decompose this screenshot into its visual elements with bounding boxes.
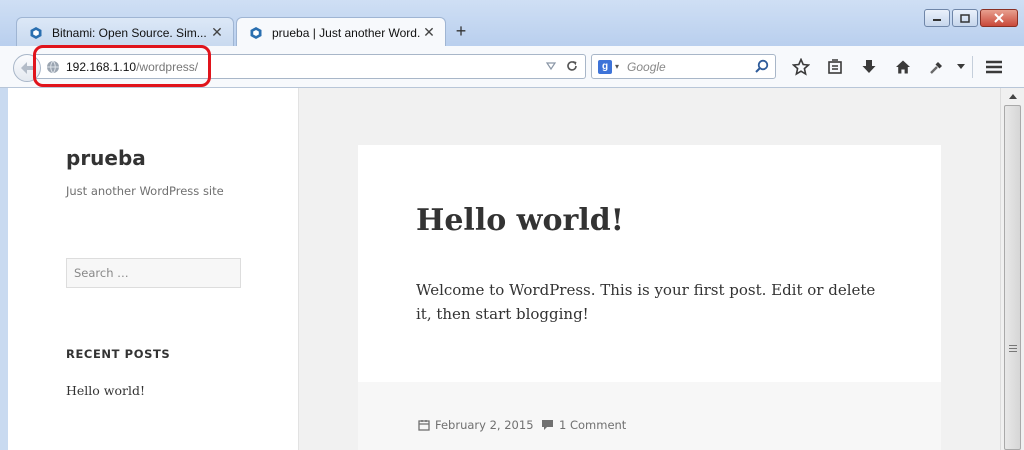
comment-icon — [542, 420, 553, 430]
reload-icon[interactable] — [565, 59, 579, 73]
bookmarks-menu-button[interactable] — [818, 55, 852, 79]
web-page: prueba Just another WordPress site RECEN… — [8, 88, 1000, 450]
tab-title: prueba | Just another Word... — [272, 25, 421, 40]
engine-dropdown-icon[interactable]: ▾ — [615, 62, 619, 71]
bitnami-icon — [30, 26, 42, 39]
post-date-text: February 2, 2015 — [435, 418, 534, 432]
bookmarks-list-icon — [828, 59, 842, 74]
search-bar[interactable]: g ▾ — [591, 54, 776, 79]
tab-title: Bitnami: Open Source. Sim... — [52, 25, 207, 40]
toolbar-icons — [784, 55, 1011, 79]
close-window-button[interactable] — [980, 9, 1018, 27]
scroll-up-button[interactable] — [1001, 88, 1024, 104]
google-engine-icon[interactable]: g — [598, 59, 612, 74]
maximize-icon — [960, 13, 970, 23]
developer-dropdown-button[interactable] — [954, 55, 968, 79]
scroll-up-arrow-icon — [1008, 93, 1017, 99]
wrench-icon — [930, 62, 942, 74]
hamburger-menu-icon — [986, 60, 1002, 74]
main-menu-button[interactable] — [977, 55, 1011, 79]
toolbar-separator — [972, 56, 973, 78]
post-footer: February 2, 2015 1 Comment — [358, 382, 941, 450]
search-icon[interactable] — [754, 59, 769, 74]
url-highlight-annotation — [33, 45, 211, 87]
star-icon — [792, 58, 810, 76]
recent-post-link[interactable]: Hello world! — [66, 383, 145, 398]
post-title[interactable]: Hello world! — [416, 203, 624, 238]
wp-sidebar: prueba Just another WordPress site RECEN… — [8, 88, 299, 450]
post-card: Hello world! Welcome to WordPress. This … — [358, 145, 941, 450]
bookmark-star-button[interactable] — [784, 55, 818, 79]
home-icon — [896, 60, 910, 74]
bitnami-icon — [250, 26, 262, 39]
download-arrow-icon — [862, 60, 876, 73]
scroll-thumb[interactable] — [1004, 105, 1021, 450]
close-icon — [994, 13, 1004, 23]
close-tab-icon[interactable]: ✕ — [421, 24, 437, 41]
recent-posts-heading: RECENT POSTS — [66, 347, 171, 361]
maximize-button[interactable] — [952, 9, 978, 27]
chevron-down-icon — [957, 64, 965, 69]
search-input[interactable] — [627, 59, 748, 74]
tab-prueba[interactable]: prueba | Just another Word... ✕ — [236, 17, 446, 47]
calendar-icon — [418, 420, 430, 431]
close-tab-icon[interactable]: ✕ — [209, 24, 225, 41]
history-dropdown-icon[interactable] — [545, 60, 557, 72]
sidebar-search-input[interactable] — [66, 258, 241, 288]
post-comments[interactable]: 1 Comment — [541, 418, 626, 432]
site-description: Just another WordPress site — [66, 184, 224, 198]
minimize-button[interactable] — [924, 9, 950, 27]
new-tab-button[interactable]: + — [452, 20, 470, 42]
tab-bitnami[interactable]: Bitnami: Open Source. Sim... ✕ — [16, 17, 234, 47]
scroll-grip-icon — [1009, 345, 1017, 352]
post-comments-text: 1 Comment — [559, 418, 627, 432]
home-button[interactable] — [886, 55, 920, 79]
downloads-button[interactable] — [852, 55, 886, 79]
window-controls — [924, 9, 1018, 27]
minimize-icon — [933, 19, 941, 21]
developer-tools-button[interactable] — [920, 55, 954, 79]
post-content: Welcome to WordPress. This is your first… — [416, 281, 876, 323]
tab-strip: Bitnami: Open Source. Sim... ✕ prueba | … — [0, 0, 1024, 47]
page-scrollbar[interactable] — [1000, 88, 1024, 450]
post-date[interactable]: February 2, 2015 — [418, 418, 534, 432]
site-title[interactable]: prueba — [66, 146, 146, 170]
